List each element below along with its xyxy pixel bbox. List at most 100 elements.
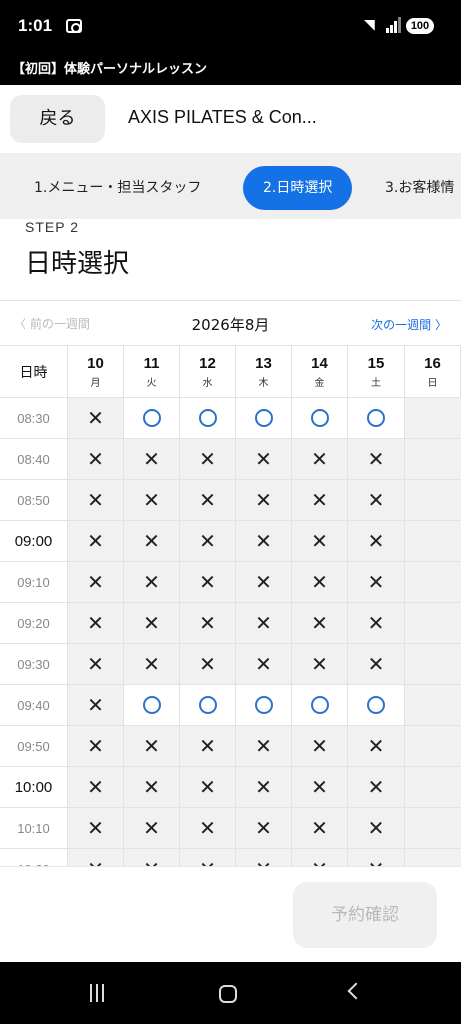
available-slot[interactable] (348, 398, 405, 439)
unavailable-slot: ✕ (68, 603, 124, 644)
shop-name: AXIS PILATES & Con... (128, 107, 317, 127)
unavailable-slot: ✕ (180, 562, 236, 603)
available-slot[interactable] (180, 685, 236, 726)
system-nav-bar (0, 962, 461, 1024)
unavailable-slot: ✕ (68, 521, 124, 562)
battery-icon: 100 (406, 18, 434, 34)
available-circle-icon (254, 409, 273, 427)
unavailable-slot: ✕ (292, 603, 348, 644)
unavailable-slot: ✕ (180, 726, 236, 767)
home-icon[interactable] (219, 985, 237, 1003)
empty-slot (405, 726, 461, 767)
available-circle-icon (310, 409, 329, 427)
unavailable-slot: ✕ (68, 439, 124, 480)
step-number: STEP 2 (25, 219, 79, 235)
empty-slot (405, 849, 461, 866)
wifi-icon: ◥ (364, 17, 375, 33)
unavailable-slot: ✕ (292, 849, 348, 866)
available-circle-icon (142, 409, 161, 427)
unavailable-slot: ✕ (124, 439, 180, 480)
status-time: 1:01 (18, 16, 53, 35)
day-header: 12 水 (180, 346, 236, 398)
empty-slot (405, 685, 461, 726)
unavailable-slot: ✕ (348, 767, 405, 808)
unavailable-slot: ✕ (236, 849, 292, 866)
available-slot[interactable] (292, 685, 348, 726)
unavailable-slot: ✕ (292, 480, 348, 521)
unavailable-slot: ✕ (292, 644, 348, 685)
step-tab-datetime[interactable]: 2.日時選択 (243, 166, 353, 210)
available-circle-icon (198, 409, 217, 427)
unavailable-slot: ✕ (348, 603, 405, 644)
day-date: 13 (255, 354, 272, 372)
unavailable-slot: ✕ (348, 521, 405, 562)
empty-slot (405, 521, 461, 562)
schedule-grid: 日時 10 月 11 火 12 水 13 木 14 金 15 土 16 日 08:30 ✕ 08:40 ✕ ✕ ✕ ✕ ✕ ✕… (0, 346, 461, 866)
step-title: 日時選択 (25, 249, 130, 279)
unavailable-slot: ✕ (68, 480, 124, 521)
day-header: 14 金 (292, 346, 348, 398)
day-header: 16 日 (405, 346, 461, 398)
unavailable-slot: ✕ (68, 726, 124, 767)
day-header: 10 月 (68, 346, 124, 398)
header: 戻る AXIS PILATES & Con... (0, 85, 461, 153)
available-circle-icon (367, 409, 385, 427)
unavailable-slot: ✕ (348, 849, 405, 866)
unavailable-slot: ✕ (124, 480, 180, 521)
unavailable-slot: ✕ (236, 603, 292, 644)
empty-slot (405, 603, 461, 644)
available-slot[interactable] (180, 398, 236, 439)
confirm-reservation-button[interactable]: 予約確認 (293, 882, 437, 948)
time-label: 09:50 (0, 726, 68, 767)
unavailable-slot: ✕ (180, 644, 236, 685)
unavailable-slot: ✕ (68, 562, 124, 603)
step-heading: STEP 2 日時選択 (0, 219, 461, 301)
time-label: 10:20 (0, 849, 68, 866)
time-label: 09:00 (0, 521, 68, 562)
unavailable-slot: ✕ (124, 562, 180, 603)
available-circle-icon (198, 696, 217, 714)
footer: 予約確認 (0, 866, 461, 962)
unavailable-slot: ✕ (68, 644, 124, 685)
unavailable-slot: ✕ (180, 849, 236, 866)
day-header: 13 木 (236, 346, 292, 398)
screen-capture-icon (66, 19, 82, 33)
unavailable-slot: ✕ (68, 849, 124, 866)
unavailable-slot: ✕ (292, 808, 348, 849)
time-label: 08:40 (0, 439, 68, 480)
available-slot[interactable] (236, 398, 292, 439)
page-title: 【初回】体験パーソナルレッスン (12, 62, 208, 77)
empty-slot (405, 644, 461, 685)
day-weekday: 水 (202, 377, 213, 389)
unavailable-slot: ✕ (292, 726, 348, 767)
step-tab-customer[interactable]: 3.お客様情 (385, 166, 454, 210)
step-tabs: 1.メニュー・担当スタッフ 2.日時選択 3.お客様情 (0, 153, 461, 219)
corner-label: 日時 (0, 346, 68, 398)
signal-icon (386, 17, 402, 33)
available-slot[interactable] (292, 398, 348, 439)
day-weekday: 土 (371, 377, 381, 389)
available-slot[interactable] (124, 685, 180, 726)
unavailable-slot: ✕ (68, 685, 124, 726)
empty-slot (405, 480, 461, 521)
next-week-link[interactable]: 次の一週間 〉 (371, 316, 447, 333)
unavailable-slot: ✕ (236, 521, 292, 562)
unavailable-slot: ✕ (236, 439, 292, 480)
step-tab-menu[interactable]: 1.メニュー・担当スタッフ (34, 166, 201, 210)
back-button[interactable]: 戻る (10, 95, 105, 143)
unavailable-slot: ✕ (124, 603, 180, 644)
time-label: 10:10 (0, 808, 68, 849)
unavailable-slot: ✕ (236, 480, 292, 521)
available-slot[interactable] (236, 685, 292, 726)
unavailable-slot: ✕ (68, 398, 124, 439)
day-date: 12 (199, 354, 216, 372)
unavailable-slot: ✕ (124, 849, 180, 866)
empty-slot (405, 398, 461, 439)
back-icon[interactable] (347, 982, 365, 1000)
available-slot[interactable] (348, 685, 405, 726)
time-label: 09:10 (0, 562, 68, 603)
recent-apps-icon[interactable] (90, 984, 110, 1002)
status-bar: 1:01 ◥ 100 (0, 0, 461, 55)
unavailable-slot: ✕ (292, 521, 348, 562)
available-slot[interactable] (124, 398, 180, 439)
